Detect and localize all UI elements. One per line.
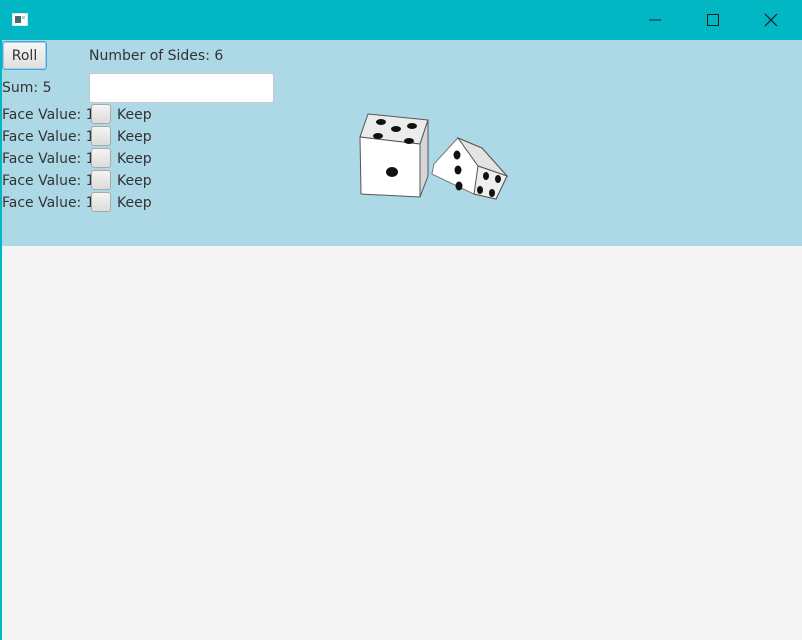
title-bar [0,0,802,40]
face-value-label: Face Value: 1 [2,151,95,167]
face-row: Face Value: 1 Keep [2,148,172,170]
keep-label[interactable]: Keep [117,106,152,124]
dice-image [359,113,509,200]
face-value-label: Face Value: 1 [2,195,95,211]
die-right [431,136,509,200]
sides-input[interactable] [89,73,274,103]
roll-button[interactable]: Roll [2,41,47,70]
keep-label[interactable]: Keep [117,150,152,168]
sum-label: Sum: 5 [2,80,52,96]
keep-checkbox[interactable] [91,192,111,212]
keep-checkbox[interactable] [91,148,111,168]
maximize-icon [707,14,719,26]
face-value-label: Face Value: 1 [2,173,95,189]
face-row: Face Value: 1 Keep [2,192,172,214]
keep-label[interactable]: Keep [117,172,152,190]
maximize-button[interactable] [690,0,736,40]
keep-checkbox[interactable] [91,170,111,190]
keep-checkbox[interactable] [91,104,111,124]
minimize-button[interactable] [632,0,678,40]
face-row: Face Value: 1 Keep [2,170,172,192]
close-button[interactable] [748,0,794,40]
close-icon [764,13,778,27]
number-of-sides-label: Number of Sides: 6 [89,48,224,64]
keep-label[interactable]: Keep [117,194,152,212]
keep-label[interactable]: Keep [117,128,152,146]
app-window-icon [12,13,28,26]
face-row: Face Value: 1 Keep [2,126,172,148]
face-row: Face Value: 1 Keep [2,104,172,126]
keep-checkbox[interactable] [91,126,111,146]
die-left [359,113,429,198]
face-value-label: Face Value: 1 [2,107,95,123]
face-value-label: Face Value: 1 [2,129,95,145]
minimize-icon [649,19,661,21]
